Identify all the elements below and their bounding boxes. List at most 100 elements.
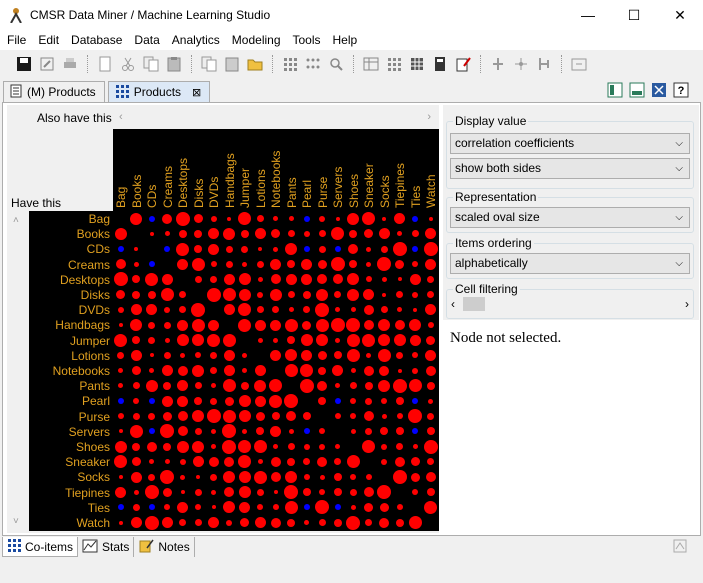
correlation-cell[interactable] xyxy=(162,213,173,224)
correlation-cell[interactable] xyxy=(227,216,232,221)
menu-database[interactable]: Database xyxy=(65,30,128,50)
correlation-cell[interactable] xyxy=(226,519,233,526)
correlation-cell[interactable] xyxy=(287,260,296,269)
correlation-cell[interactable] xyxy=(240,229,249,238)
correlation-cell[interactable] xyxy=(335,444,341,450)
correlation-cell[interactable] xyxy=(238,410,251,423)
correlation-cell[interactable] xyxy=(176,440,189,453)
correlation-cell[interactable] xyxy=(315,302,330,317)
correlation-cell[interactable] xyxy=(318,366,327,375)
correlation-cell[interactable] xyxy=(380,245,388,253)
correlation-cell[interactable] xyxy=(163,442,172,451)
correlation-cell[interactable] xyxy=(210,473,218,481)
correlation-cell[interactable] xyxy=(410,472,420,482)
correlation-cell[interactable] xyxy=(162,411,172,421)
layout-icon[interactable] xyxy=(607,82,623,101)
correlation-cell[interactable] xyxy=(287,457,296,466)
correlation-cell[interactable] xyxy=(392,470,407,484)
correlation-cell[interactable] xyxy=(194,397,203,405)
correlation-cell[interactable] xyxy=(133,398,140,404)
correlation-cell[interactable] xyxy=(223,349,235,361)
minimize-button[interactable]: — xyxy=(565,0,611,30)
correlation-cell[interactable] xyxy=(284,318,298,332)
column-label[interactable]: Pants xyxy=(285,128,301,208)
correlation-cell[interactable] xyxy=(194,427,202,435)
row-label[interactable]: Tiepines xyxy=(65,486,110,501)
correlation-cell[interactable] xyxy=(238,486,251,499)
slider-right-icon[interactable]: › xyxy=(685,297,689,311)
correlation-cell[interactable] xyxy=(256,306,264,314)
correlation-cell[interactable] xyxy=(161,517,173,529)
correlation-cell[interactable] xyxy=(302,488,311,497)
correlation-cell[interactable] xyxy=(177,395,189,407)
correlation-cell[interactable] xyxy=(396,504,403,511)
correlation-cell[interactable] xyxy=(211,505,216,510)
correlation-cell[interactable] xyxy=(164,231,170,237)
correlation-cell[interactable] xyxy=(118,383,124,389)
correlation-cell[interactable] xyxy=(288,307,294,313)
correlation-cell[interactable] xyxy=(192,440,205,453)
correlation-cell[interactable] xyxy=(315,500,330,515)
correlation-cell[interactable] xyxy=(316,334,329,347)
column-label[interactable]: DVDs xyxy=(207,128,223,208)
correlation-cell[interactable] xyxy=(178,229,187,238)
column-label[interactable]: Creams xyxy=(161,128,177,208)
correlation-cell[interactable] xyxy=(363,411,374,422)
row-label[interactable]: Shoes xyxy=(76,440,110,455)
correlation-cell[interactable] xyxy=(132,503,140,511)
tab-notes[interactable]: Notes xyxy=(134,537,195,557)
row-label[interactable]: Disks xyxy=(81,288,110,303)
table-icon[interactable] xyxy=(361,54,381,74)
menu-file[interactable]: File xyxy=(1,30,32,50)
row-label[interactable]: Socks xyxy=(77,470,110,485)
dots-icon[interactable] xyxy=(303,54,323,74)
correlation-cell[interactable] xyxy=(177,319,189,331)
correlation-cell[interactable] xyxy=(271,412,280,421)
correlation-cell[interactable] xyxy=(222,424,237,439)
correlation-cell[interactable] xyxy=(287,443,295,451)
correlation-cell[interactable] xyxy=(412,428,419,435)
correlation-cell[interactable] xyxy=(144,485,159,500)
correlation-cell[interactable] xyxy=(144,515,159,530)
sides-select[interactable]: show both sides ⌵ xyxy=(450,158,690,179)
correlation-cell[interactable] xyxy=(238,273,251,286)
correlation-cell[interactable] xyxy=(254,379,267,392)
correlation-cell[interactable] xyxy=(319,443,326,450)
correlation-cell[interactable] xyxy=(273,216,279,222)
correlation-cell[interactable] xyxy=(424,500,438,514)
correlation-cell[interactable] xyxy=(191,318,205,332)
correlation-cell[interactable] xyxy=(347,273,360,286)
tab-co-items[interactable]: Co-items xyxy=(2,537,79,557)
tree-icon[interactable] xyxy=(488,54,508,74)
correlation-cell[interactable] xyxy=(210,275,218,283)
correlation-cell[interactable] xyxy=(288,216,294,222)
correlation-cell[interactable] xyxy=(148,428,155,435)
correlation-cell[interactable] xyxy=(412,398,419,404)
correlation-cell[interactable] xyxy=(413,307,418,312)
correlation-cell[interactable] xyxy=(412,489,419,496)
correlation-cell[interactable] xyxy=(380,427,389,436)
correlation-cell[interactable] xyxy=(412,444,418,450)
correlation-cell[interactable] xyxy=(257,459,263,465)
correlation-cell[interactable] xyxy=(378,319,391,331)
correlation-cell[interactable] xyxy=(149,353,154,358)
correlation-cell[interactable] xyxy=(395,427,404,436)
correlation-cell[interactable] xyxy=(238,395,251,407)
correlation-cell[interactable] xyxy=(423,439,438,454)
correlation-cell[interactable] xyxy=(210,367,218,375)
column-label[interactable]: Shoes xyxy=(347,128,363,208)
correlation-cell[interactable] xyxy=(270,258,282,270)
correlation-cell[interactable] xyxy=(316,288,329,301)
correlation-cell[interactable] xyxy=(285,243,298,255)
correlation-cell[interactable] xyxy=(392,242,407,256)
correlation-cell[interactable] xyxy=(379,365,390,376)
correlation-cell[interactable] xyxy=(302,320,312,330)
correlation-cell[interactable] xyxy=(253,440,267,454)
correlation-cell[interactable] xyxy=(131,457,141,467)
correlation-cell[interactable] xyxy=(381,413,387,419)
correlation-cell[interactable] xyxy=(256,488,264,496)
status-icon[interactable] xyxy=(673,539,687,556)
correlation-cell[interactable] xyxy=(303,215,310,222)
correlation-cell[interactable] xyxy=(192,334,205,347)
column-label[interactable]: Desktops xyxy=(176,128,192,208)
